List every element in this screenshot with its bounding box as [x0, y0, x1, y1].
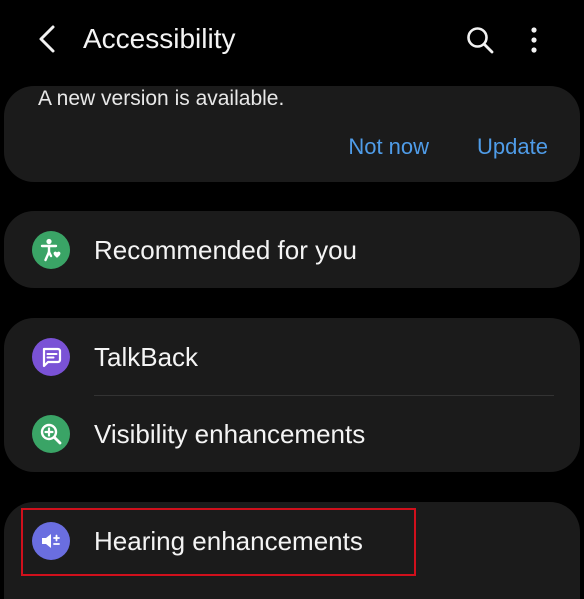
- menu-item-label: TalkBack: [94, 342, 199, 372]
- page-title: Accessibility: [83, 23, 236, 54]
- menu-item-recommended[interactable]: Recommended for you: [4, 211, 580, 288]
- more-vertical-icon: [531, 27, 537, 53]
- update-actions: Not now Update: [348, 133, 548, 161]
- hearing-card: Hearing enhancements: [4, 502, 580, 599]
- search-button[interactable]: [462, 22, 498, 58]
- update-button[interactable]: Update: [477, 133, 548, 161]
- menu-item-label: Visibility enhancements: [94, 419, 366, 449]
- update-banner: A new version is available. Not now Upda…: [4, 86, 580, 182]
- accessibility-screen: Accessibility A new version is available…: [0, 0, 584, 599]
- update-message: A new version is available.: [38, 87, 285, 110]
- accessibility-person-icon: [32, 231, 70, 269]
- recommended-card: Recommended for you: [4, 211, 580, 288]
- menu-item-label: Hearing enhancements: [94, 526, 363, 556]
- chevron-left-icon: [39, 25, 55, 53]
- menu-item-visibility-enhancements[interactable]: Visibility enhancements: [4, 395, 580, 472]
- speaker-plus-minus-icon: [32, 522, 70, 560]
- menu-item-label: Recommended for you: [94, 235, 358, 265]
- vision-group-card: TalkBack Visibility enhancements: [4, 318, 580, 472]
- not-now-button[interactable]: Not now: [348, 133, 429, 161]
- chat-bubble-icon: [32, 338, 70, 376]
- menu-item-talkback[interactable]: TalkBack: [4, 318, 580, 395]
- zoom-plus-icon: [32, 415, 70, 453]
- more-options-button[interactable]: [518, 22, 550, 58]
- search-icon: [467, 27, 494, 54]
- app-bar: Accessibility: [0, 0, 584, 80]
- back-button[interactable]: [30, 22, 64, 56]
- menu-item-hearing-enhancements[interactable]: Hearing enhancements: [4, 502, 580, 579]
